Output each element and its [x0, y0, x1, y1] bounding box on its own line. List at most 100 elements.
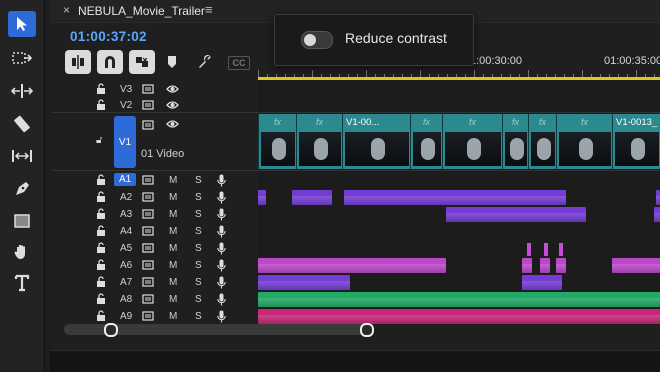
- solo-button[interactable]: S: [195, 260, 202, 271]
- ripple-edit-tool-icon[interactable]: [8, 78, 36, 104]
- audio-clip[interactable]: [258, 275, 350, 290]
- razor-tool-icon[interactable]: [8, 111, 36, 137]
- video-clip[interactable]: fx: [528, 114, 556, 169]
- microphone-icon[interactable]: [217, 276, 226, 292]
- hand-tool-icon[interactable]: [8, 239, 36, 265]
- solo-button[interactable]: S: [195, 209, 202, 220]
- rectangle-tool-icon[interactable]: [8, 208, 36, 234]
- microphone-icon[interactable]: [217, 191, 226, 207]
- audio-clip[interactable]: [544, 243, 548, 256]
- sync-lock-icon[interactable]: [142, 120, 154, 133]
- audio-clip[interactable]: [258, 190, 266, 205]
- selection-tool-icon[interactable]: [8, 11, 36, 37]
- source-patch-v1[interactable]: V1: [114, 116, 136, 168]
- playhead-timecode[interactable]: 01:00:37:02: [70, 29, 147, 44]
- video-clip[interactable]: fx: [556, 114, 612, 169]
- lock-icon[interactable]: [96, 259, 106, 273]
- audio-clip[interactable]: [292, 190, 332, 205]
- track-select-tool-icon[interactable]: [8, 45, 36, 71]
- tab-menu-icon[interactable]: ≡: [205, 2, 213, 17]
- mute-button[interactable]: M: [169, 311, 177, 322]
- audio-clip[interactable]: [258, 258, 446, 273]
- microphone-icon[interactable]: [217, 208, 226, 224]
- mute-button[interactable]: M: [169, 243, 177, 254]
- sync-lock-icon[interactable]: [142, 84, 154, 97]
- slip-tool-icon[interactable]: [8, 143, 36, 169]
- audio-clip[interactable]: [527, 243, 531, 256]
- audio-clip[interactable]: [654, 207, 660, 222]
- video-clip[interactable]: fx: [502, 114, 528, 169]
- audio-clip[interactable]: [559, 243, 563, 256]
- lock-icon[interactable]: [96, 83, 106, 97]
- lock-icon[interactable]: [96, 225, 106, 239]
- pen-tool-icon[interactable]: [8, 176, 36, 202]
- marker-icon[interactable]: [163, 52, 181, 72]
- eye-icon[interactable]: [166, 84, 179, 97]
- lock-icon[interactable]: [96, 293, 106, 307]
- snap-button[interactable]: [97, 50, 123, 74]
- audio-clip[interactable]: [446, 207, 586, 222]
- audio-clip[interactable]: [258, 309, 660, 324]
- solo-button[interactable]: S: [195, 226, 202, 237]
- lock-icon[interactable]: [96, 174, 106, 188]
- sync-lock-icon[interactable]: [142, 243, 154, 256]
- lock-icon[interactable]: [96, 310, 106, 324]
- lock-icon[interactable]: [96, 276, 106, 290]
- video-clip[interactable]: fx: [296, 114, 342, 169]
- sync-lock-icon[interactable]: [142, 192, 154, 205]
- microphone-icon[interactable]: [217, 259, 226, 275]
- solo-button[interactable]: S: [195, 294, 202, 305]
- timeline-zoom-scrollbar[interactable]: [64, 323, 374, 337]
- microphone-icon[interactable]: [217, 174, 226, 190]
- lock-icon[interactable]: [96, 208, 106, 222]
- captions-icon[interactable]: CC: [228, 56, 250, 70]
- close-tab-icon[interactable]: ×: [63, 3, 70, 17]
- mute-button[interactable]: M: [169, 277, 177, 288]
- audio-clip[interactable]: [556, 258, 566, 273]
- microphone-icon[interactable]: [217, 242, 226, 258]
- sync-lock-icon[interactable]: [142, 277, 154, 290]
- type-tool-icon[interactable]: [8, 270, 36, 296]
- microphone-icon[interactable]: [217, 293, 226, 309]
- mute-button[interactable]: M: [169, 294, 177, 305]
- solo-button[interactable]: S: [195, 175, 202, 186]
- lock-icon[interactable]: 🔓︎: [96, 135, 102, 146]
- reduce-contrast-toggle[interactable]: [301, 31, 333, 49]
- audio-clip[interactable]: [258, 292, 660, 307]
- video-clip[interactable]: fx: [410, 114, 442, 169]
- track-name[interactable]: A1: [114, 173, 137, 186]
- sync-lock-icon[interactable]: [142, 209, 154, 222]
- solo-button[interactable]: S: [195, 243, 202, 254]
- mute-button[interactable]: M: [169, 260, 177, 271]
- solo-button[interactable]: S: [195, 192, 202, 203]
- audio-clip[interactable]: [344, 190, 566, 205]
- sequence-tab-title[interactable]: NEBULA_Movie_Trailer: [78, 4, 205, 18]
- audio-clip[interactable]: [656, 190, 660, 205]
- video-clip[interactable]: V1-0013_: [612, 114, 660, 169]
- video-clip[interactable]: V1-00...: [342, 114, 410, 169]
- mute-button[interactable]: M: [169, 175, 177, 186]
- microphone-icon[interactable]: [217, 225, 226, 241]
- mute-button[interactable]: M: [169, 226, 177, 237]
- solo-button[interactable]: S: [195, 277, 202, 288]
- scroll-handle-right[interactable]: [360, 323, 374, 337]
- lock-icon[interactable]: [96, 99, 106, 113]
- wrench-icon[interactable]: [196, 52, 214, 72]
- solo-button[interactable]: S: [195, 311, 202, 322]
- audio-clip[interactable]: [522, 258, 532, 273]
- linked-selection-button[interactable]: [129, 50, 155, 74]
- insert-nest-button[interactable]: [65, 50, 91, 74]
- eye-icon[interactable]: [166, 119, 179, 132]
- sync-lock-icon[interactable]: [142, 260, 154, 273]
- audio-clip[interactable]: [522, 275, 562, 290]
- sync-lock-icon[interactable]: [142, 175, 154, 188]
- sync-lock-icon[interactable]: [142, 226, 154, 239]
- lock-icon[interactable]: [96, 242, 106, 256]
- sync-lock-icon[interactable]: [142, 294, 154, 307]
- mute-button[interactable]: M: [169, 192, 177, 203]
- lock-icon[interactable]: [96, 191, 106, 205]
- video-clip[interactable]: fx: [258, 114, 296, 169]
- mute-button[interactable]: M: [169, 209, 177, 220]
- audio-clip[interactable]: [612, 258, 660, 273]
- sync-lock-icon[interactable]: [142, 311, 154, 324]
